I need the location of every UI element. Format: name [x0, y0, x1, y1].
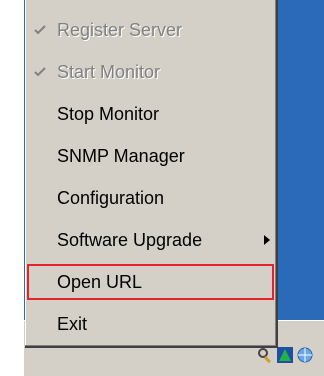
left-margin — [0, 0, 24, 375]
menu-item-configuration[interactable]: Configuration — [27, 180, 274, 216]
menu-item-software-upgrade[interactable]: Software Upgrade — [27, 222, 274, 258]
menu-item-stop-monitor[interactable]: Stop Monitor — [27, 96, 274, 132]
tray-context-menu: Register Server Start Monitor Stop Monit… — [25, 0, 278, 348]
menu-item-open-url[interactable]: Open URL — [27, 264, 274, 300]
menu-item-label: Configuration — [57, 187, 165, 208]
menu-item-label: Register Server — [57, 19, 183, 40]
menu-item-start-monitor[interactable]: Start Monitor — [27, 54, 274, 90]
menu-item-exit[interactable]: Exit — [27, 306, 274, 342]
menu-item-register-server[interactable]: Register Server — [27, 12, 274, 48]
menu-item-label: Exit — [57, 313, 88, 334]
network-globe-icon[interactable] — [296, 346, 314, 364]
menu-item-snmp-manager[interactable]: SNMP Manager — [27, 138, 274, 174]
menu-item-label: Open URL — [57, 271, 143, 292]
menu-item-label: SNMP Manager — [57, 145, 185, 166]
green-arrow-icon[interactable] — [276, 346, 294, 364]
menu-item-label: Start Monitor — [57, 61, 161, 82]
menu-item-label: Stop Monitor — [57, 103, 160, 124]
submenu-arrow-icon — [264, 235, 270, 245]
magnifier-key-icon[interactable] — [256, 346, 274, 364]
checkmark-icon — [34, 67, 46, 77]
checkmark-icon — [34, 25, 46, 35]
menu-item-label: Software Upgrade — [57, 229, 203, 250]
